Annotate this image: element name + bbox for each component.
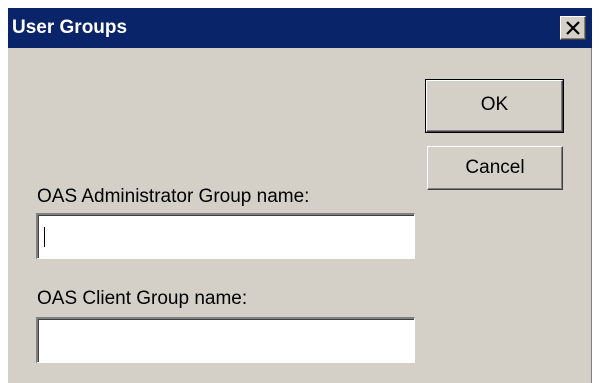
window-title: User Groups bbox=[12, 17, 128, 38]
admin-group-input[interactable] bbox=[36, 213, 415, 259]
cancel-button[interactable]: Cancel bbox=[427, 146, 563, 190]
admin-group-label: OAS Administrator Group name: bbox=[37, 186, 310, 207]
close-icon bbox=[566, 21, 580, 35]
close-button[interactable] bbox=[560, 16, 586, 40]
client-group-label: OAS Client Group name: bbox=[37, 288, 248, 309]
user-groups-dialog: User Groups OK Cancel OAS Administrator … bbox=[8, 8, 592, 383]
text-caret bbox=[44, 227, 45, 247]
client-group-input[interactable] bbox=[36, 317, 415, 363]
ok-button[interactable]: OK bbox=[425, 79, 564, 133]
title-bar[interactable]: User Groups bbox=[8, 8, 592, 48]
